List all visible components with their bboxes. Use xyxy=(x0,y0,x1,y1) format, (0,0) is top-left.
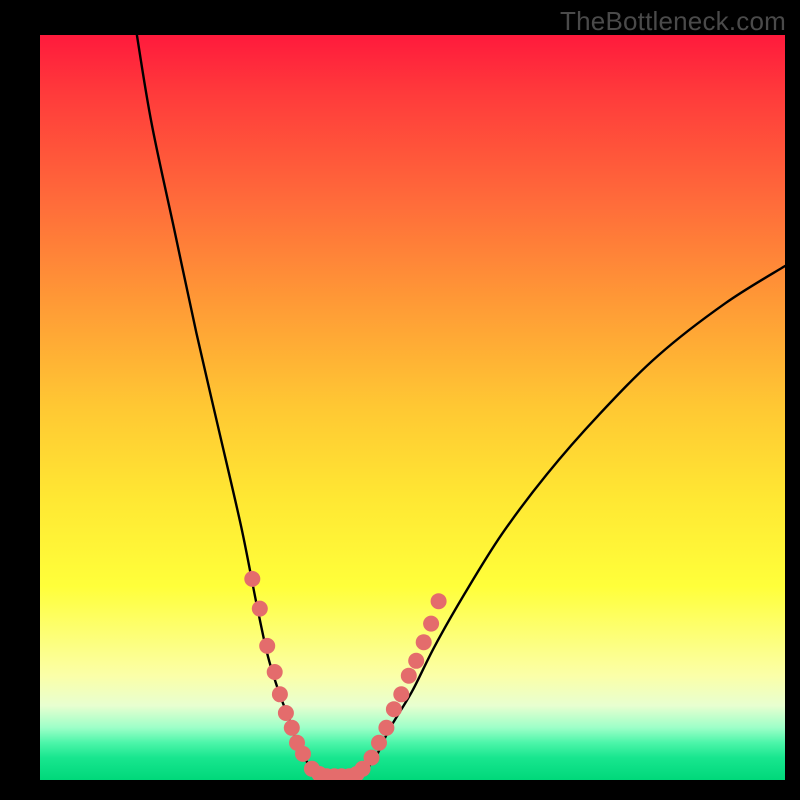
marker-point xyxy=(408,653,424,669)
marker-point xyxy=(272,686,288,702)
marker-point xyxy=(267,664,283,680)
marker-point xyxy=(252,601,268,617)
marker-point xyxy=(244,571,260,587)
marker-point xyxy=(386,701,402,717)
bottleneck-curve xyxy=(137,35,785,778)
marker-point xyxy=(401,668,417,684)
chart-frame: TheBottleneck.com xyxy=(0,0,800,800)
marker-points xyxy=(244,571,446,780)
marker-point xyxy=(295,746,311,762)
chart-svg xyxy=(40,35,785,780)
marker-point xyxy=(278,705,294,721)
marker-point xyxy=(378,720,394,736)
marker-point xyxy=(393,686,409,702)
marker-point xyxy=(431,593,447,609)
watermark-text: TheBottleneck.com xyxy=(560,6,786,37)
marker-point xyxy=(416,634,432,650)
marker-point xyxy=(259,638,275,654)
marker-point xyxy=(364,750,380,766)
marker-point xyxy=(284,720,300,736)
marker-point xyxy=(423,616,439,632)
marker-point xyxy=(371,735,387,751)
plot-area xyxy=(40,35,785,780)
